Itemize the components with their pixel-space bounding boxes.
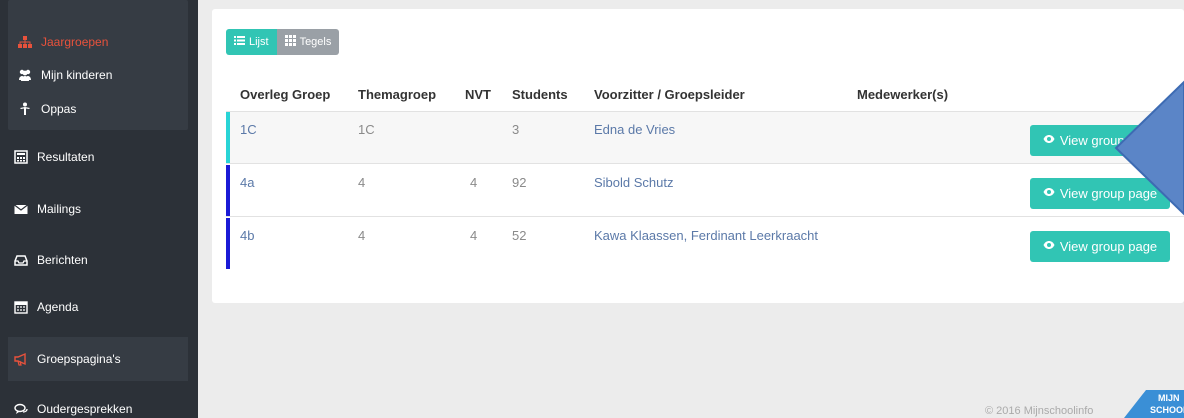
view-toggle: Lijst Tegels [226,29,340,55]
bullhorn-icon [14,352,28,366]
envelope-icon [14,202,28,216]
comments-icon [14,402,28,416]
mijnschool-logo: MIJN SCHOOL [1124,390,1184,418]
header-overleg-groep[interactable]: Overleg Groep [240,87,330,102]
sidebar-item-label: Mijn kinderen [41,68,113,82]
row-divider [226,163,1184,164]
header-voorzitter[interactable]: Voorzitter / Groepsleider [594,87,745,102]
header-themagroep[interactable]: Themagroep [358,87,436,102]
header-medewerkers[interactable]: Medewerker(s) [857,87,948,102]
nvt-cell: 4 [470,175,478,190]
leader-link[interactable]: Edna de Vries [594,122,675,137]
sidebar: Jaargroepen Mijn kinderen Oppas Resultat… [0,0,198,418]
table-row: 1C 1C 3 Edna de Vries View group page [226,112,1184,163]
list-view-button[interactable]: Lijst [226,29,277,55]
sidebar-item-oudergesprekken[interactable]: Oudergesprekken [14,402,132,416]
row-divider [226,216,1184,217]
sidebar-item-label: Resultaten [37,150,95,164]
svg-text:MIJN: MIJN [1158,393,1180,403]
list-view-label: Lijst [249,36,269,48]
row-accent-bar [226,165,230,216]
row-accent-bar [226,112,230,163]
table-row: 4a 4 4 92 Sibold Schutz View group page [226,165,1184,216]
header-nvt[interactable]: NVT [465,87,491,102]
sidebar-item-label: Agenda [37,300,79,314]
users-icon [18,68,32,82]
copyright-text: © 2016 Mijnschoolinfo [985,405,1094,417]
list-icon [234,35,245,49]
tiles-view-label: Tegels [299,36,332,48]
theme-cell: 4 [358,228,366,243]
groups-panel: Lijst Tegels Overleg Groep Themagroep NV… [212,9,1184,303]
theme-cell: 4 [358,175,366,190]
view-group-page-button[interactable]: View group page [1030,231,1170,262]
leader-link[interactable]: Kawa Klaassen, Ferdinant Leerkraacht [594,228,818,243]
sidebar-item-jaargroepen[interactable]: Jaargroepen [18,35,108,49]
students-cell: 52 [512,228,527,243]
sidebar-item-label: Berichten [37,253,88,267]
group-link[interactable]: 1C [240,122,257,137]
sitemap-icon [18,35,32,49]
students-cell: 92 [512,175,527,190]
sidebar-item-label: Oudergesprekken [37,402,133,416]
grid-icon [284,35,296,49]
top-spacer [198,0,1184,9]
students-cell: 3 [512,122,520,137]
theme-cell: 1C [358,122,375,137]
eye-icon [1043,133,1055,148]
sidebar-item-berichten[interactable]: Berichten [14,253,88,267]
sidebar-item-resultaten[interactable]: Resultaten [14,150,94,164]
view-group-page-label: View group page [1059,239,1158,254]
table-row: 4b 4 4 52 Kawa Klaassen, Ferdinant Leerk… [226,218,1184,269]
calendar-icon [14,300,28,314]
sidebar-item-label: Jaargroepen [41,35,109,49]
sidebar-item-mailings[interactable]: Mailings [14,202,81,216]
svg-text:SCHOOL: SCHOOL [1150,405,1184,415]
eye-icon [1043,186,1055,201]
calculator-icon [14,150,28,164]
sidebar-item-label: Oppas [41,102,77,116]
group-link[interactable]: 4b [240,228,254,243]
sidebar-item-groepspaginas[interactable]: Groepspagina's [14,352,121,366]
sidebar-item-oppas[interactable]: Oppas [18,102,76,116]
sidebar-item-label: Groepspagina's [37,352,121,366]
child-icon [18,102,32,116]
sidebar-item-mijn-kinderen[interactable]: Mijn kinderen [18,68,112,82]
nvt-cell: 4 [470,228,478,243]
annotation-arrow [1114,80,1184,216]
eye-icon [1043,239,1055,254]
row-accent-bar [226,218,230,269]
sidebar-item-label: Mailings [37,202,82,216]
group-link[interactable]: 4a [240,175,254,190]
header-students[interactable]: Students [512,87,568,102]
leader-link[interactable]: Sibold Schutz [594,175,674,190]
tiles-view-button[interactable]: Tegels [276,29,340,55]
sidebar-item-agenda[interactable]: Agenda [14,300,78,314]
inbox-icon [14,253,28,267]
